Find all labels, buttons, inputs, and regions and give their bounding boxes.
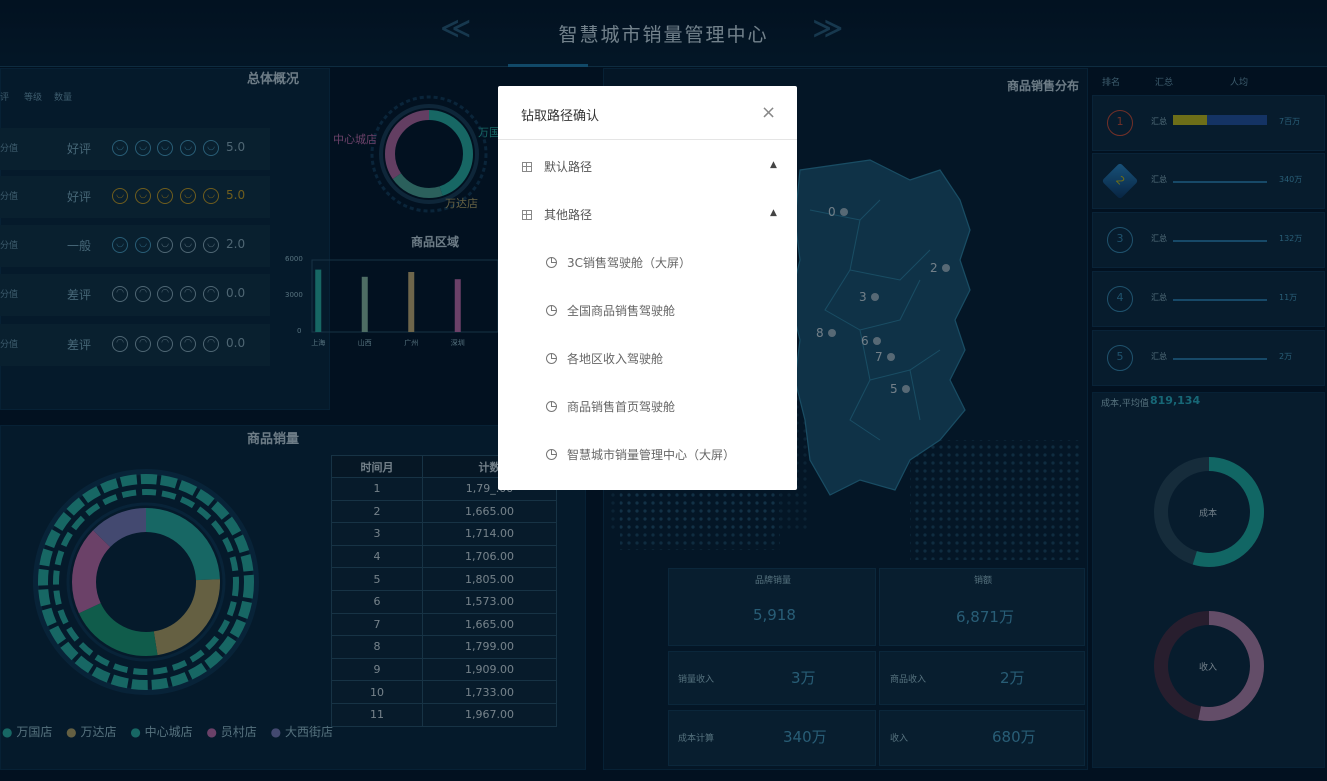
drill-path-dialog: 钻取路径确认 × 默认路径 ▲ 其他路径 ▲ 3C销售驾驶舱（大屏） 全国商品销… <box>498 86 797 490</box>
path-item[interactable]: 全国商品销售驾驶舱 <box>546 302 675 319</box>
group-default-path[interactable]: 默认路径 <box>522 158 592 175</box>
chevron-up-icon[interactable]: ▲ <box>770 160 777 170</box>
group-other-path[interactable]: 其他路径 <box>522 206 592 223</box>
dashboard-icon <box>546 401 557 412</box>
dashboard-icon <box>546 257 557 268</box>
dialog-divider <box>498 139 797 140</box>
grid-icon <box>522 162 532 172</box>
dashboard-icon <box>546 449 557 460</box>
path-item[interactable]: 3C销售驾驶舱（大屏） <box>546 254 691 271</box>
chevron-up-icon[interactable]: ▲ <box>770 208 777 218</box>
grid-icon <box>522 210 532 220</box>
dashboard-icon <box>546 353 557 364</box>
dashboard-icon <box>546 305 557 316</box>
path-item[interactable]: 商品销售首页驾驶舱 <box>546 398 675 415</box>
close-icon[interactable]: × <box>761 102 776 123</box>
dialog-title: 钻取路径确认 <box>521 109 600 124</box>
path-item[interactable]: 各地区收入驾驶舱 <box>546 350 663 367</box>
path-item[interactable]: 智慧城市销量管理中心（大屏） <box>546 446 735 463</box>
